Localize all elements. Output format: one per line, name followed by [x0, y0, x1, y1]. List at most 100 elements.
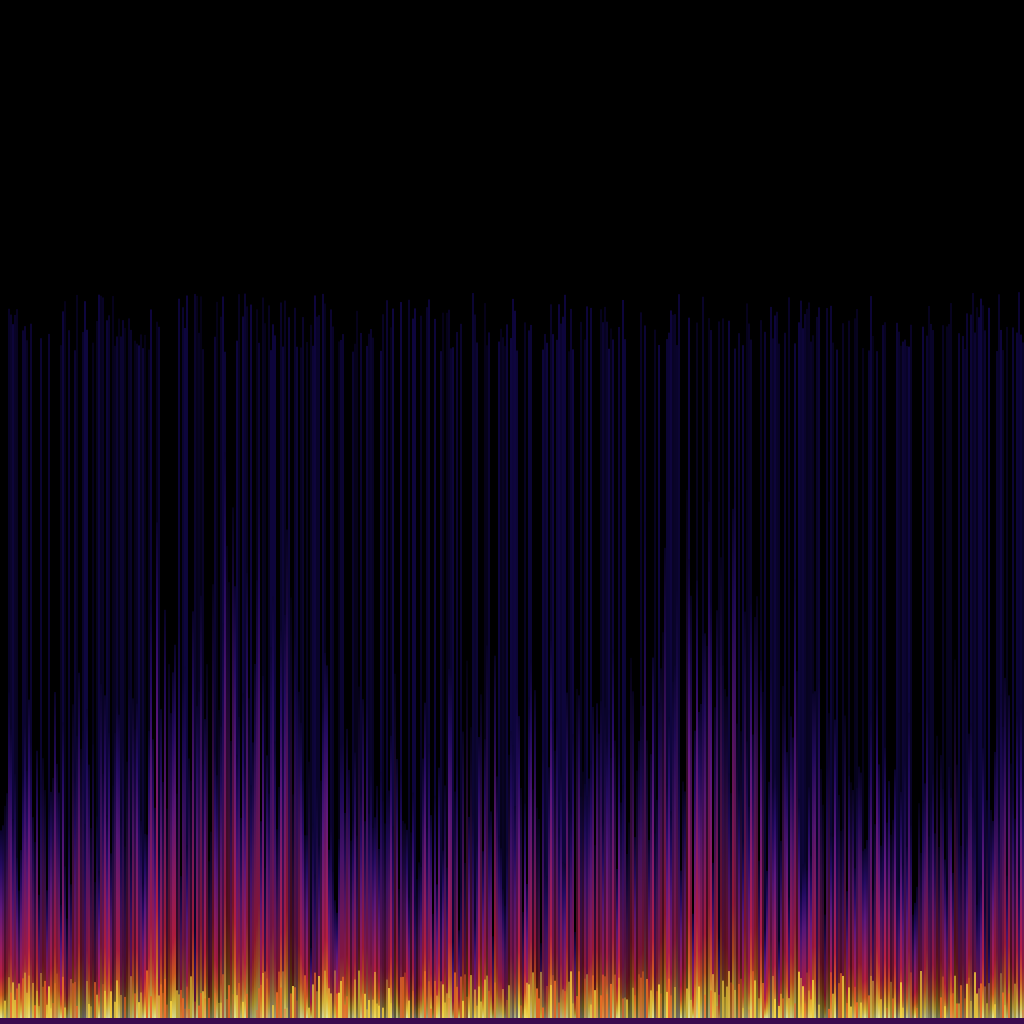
spectrogram-speckle: [542, 1007, 544, 1018]
spectrogram-column: [694, 730, 696, 1018]
spectrogram-column: [912, 914, 914, 1018]
spectrogram-column: [178, 616, 180, 1018]
spectrogram-column: [576, 688, 578, 1018]
spectrogram-column: [796, 671, 798, 1018]
spectrogram-column-faint: [194, 293, 196, 1019]
spectrogram-column: [424, 702, 426, 1018]
spectrogram-column: [120, 820, 122, 1018]
spectrogram-column: [834, 719, 836, 1018]
spectrogram-column: [516, 684, 518, 1018]
spectrogram-column: [1018, 873, 1020, 1018]
spectrogram-speckle: [374, 971, 376, 1018]
spectrogram-column: [538, 818, 540, 1018]
spectrogram-column: [340, 743, 342, 1018]
spectrogram-column: [664, 547, 666, 1018]
spectrogram-column: [166, 808, 168, 1018]
spectrogram-column: [534, 690, 536, 1018]
spectrogram-column: [1006, 875, 1008, 1018]
spectrogram-column: [628, 822, 630, 1018]
spectrogram-column: [342, 740, 344, 1018]
spectrogram-column: [350, 840, 352, 1018]
spectrogram-speckle: [160, 984, 162, 1018]
spectrogram-speckle: [362, 993, 364, 1018]
spectrogram-speckle: [546, 985, 548, 1018]
spectrogram-column: [552, 721, 554, 1018]
spectrogram-column: [736, 723, 738, 1018]
spectrogram-column: [54, 692, 56, 1018]
spectrogram-column: [636, 770, 638, 1018]
spectrogram-column: [280, 630, 282, 1018]
spectrogram-column: [416, 879, 418, 1018]
spectrogram-column: [348, 769, 350, 1018]
spectrogram-column: [906, 846, 908, 1018]
spectrogram-speckle: [1014, 983, 1016, 1018]
spectrogram-column: [126, 761, 128, 1018]
spectrogram-speckle: [994, 1004, 996, 1018]
spectrogram-speckle: [388, 988, 390, 1018]
spectrogram-column: [790, 716, 792, 1018]
spectrogram-speckle: [486, 975, 488, 1018]
spectrogram-column: [430, 815, 432, 1018]
spectrogram-speckle: [600, 995, 602, 1018]
spectrogram-speckle: [366, 1009, 368, 1018]
spectrogram-column: [542, 750, 544, 1018]
spectrogram-column: [384, 823, 386, 1018]
spectrogram-column: [316, 788, 318, 1018]
spectrogram-speckle: [624, 997, 626, 1018]
spectrogram-speckle: [194, 1001, 196, 1018]
spectrogram-speckle: [26, 992, 28, 1018]
spectrogram-column: [200, 595, 202, 1018]
spectrogram-speckle: [838, 983, 840, 1018]
spectrogram-image: [0, 0, 1024, 1024]
spectrogram-speckle: [338, 992, 340, 1018]
spectrogram-column: [708, 501, 710, 1018]
spectrogram-column: [236, 754, 238, 1018]
spectrogram-column: [330, 826, 332, 1018]
spectrogram-column: [756, 596, 758, 1018]
spectrogram-column: [422, 758, 424, 1018]
spectrogram-speckle: [286, 1007, 288, 1018]
spectrogram-speckle: [954, 975, 956, 1018]
spectrogram-speckle: [336, 993, 338, 1018]
spectrogram-speckle: [970, 1000, 972, 1018]
spectrogram-column: [646, 740, 648, 1018]
spectrogram-column: [286, 529, 288, 1018]
spectrogram-speckle: [694, 987, 696, 1018]
spectrogram-column: [214, 750, 216, 1018]
spectrogram-speckle: [748, 1009, 750, 1018]
spectrogram-speckle: [284, 1008, 286, 1018]
spectrogram-speckle: [318, 976, 320, 1018]
spectrogram-column: [880, 845, 882, 1018]
spectrogram-speckle: [436, 995, 438, 1018]
spectrogram-column: [908, 712, 910, 1018]
spectrogram-speckle: [728, 971, 730, 1018]
spectrogram-column: [324, 652, 326, 1018]
spectrogram-speckle: [564, 991, 566, 1018]
spectrogram-column: [468, 816, 470, 1018]
spectrogram-column: [878, 764, 880, 1018]
spectrogram-speckle: [690, 999, 692, 1018]
spectrogram-speckle: [916, 1007, 918, 1018]
spectrogram-speckle: [848, 987, 850, 1018]
spectrogram-column: [86, 708, 88, 1018]
spectrogram-speckle: [50, 1008, 52, 1018]
spectrogram-speckle: [364, 993, 366, 1018]
spectrogram-column: [896, 879, 898, 1018]
spectrogram-column: [596, 703, 598, 1018]
spectrogram-column: [672, 681, 674, 1018]
spectrogram-speckle: [86, 981, 88, 1018]
spectrogram-speckle: [116, 980, 118, 1018]
spectrogram-speckle: [604, 976, 606, 1018]
spectrogram-column: [742, 839, 744, 1018]
spectrogram-speckle: [76, 1005, 78, 1018]
spectrogram-speckle: [658, 984, 660, 1018]
spectrogram-column: [820, 769, 822, 1018]
spectrogram-speckle: [1002, 992, 1004, 1018]
spectrogram-column: [124, 846, 126, 1018]
spectrogram-column: [258, 494, 260, 1019]
spectrogram-column: [226, 545, 228, 1018]
spectrogram-speckle: [710, 990, 712, 1018]
spectrogram-column: [826, 768, 828, 1018]
spectrogram-column: [622, 784, 624, 1018]
spectrogram-speckle: [462, 1000, 464, 1018]
